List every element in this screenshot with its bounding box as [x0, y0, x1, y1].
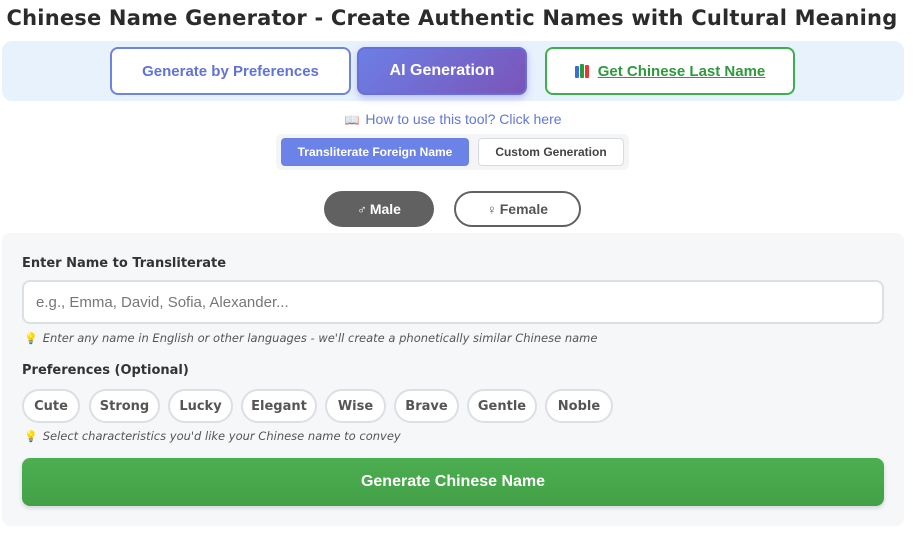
- page-title: Chinese Name Generator - Create Authenti…: [6, 6, 898, 30]
- chip-gentle[interactable]: Gentle: [467, 389, 537, 423]
- chip-strong[interactable]: Strong: [89, 389, 160, 423]
- tab-custom-generation[interactable]: Custom Generation: [478, 138, 624, 166]
- chip-brave[interactable]: Brave: [394, 389, 459, 423]
- chip-cute[interactable]: Cute: [22, 389, 80, 423]
- get-chinese-last-name-button[interactable]: Get Chinese Last Name: [545, 47, 795, 95]
- preferences-label: Preferences (Optional): [22, 363, 189, 378]
- preferences-hint-text: Select characteristics you'd like your C…: [42, 429, 401, 443]
- chip-lucky[interactable]: Lucky: [168, 389, 233, 423]
- lightbulb-icon: 💡: [24, 332, 38, 345]
- mode-selector: Generate by Preferences AI Generation Ge…: [2, 41, 904, 101]
- chip-noble[interactable]: Noble: [545, 389, 613, 423]
- chip-wise[interactable]: Wise: [325, 389, 386, 423]
- get-chinese-last-name-label: Get Chinese Last Name: [597, 62, 766, 80]
- books-icon: [574, 64, 592, 78]
- generate-chinese-name-button[interactable]: Generate Chinese Name: [22, 458, 884, 506]
- chip-elegant[interactable]: Elegant: [241, 389, 317, 423]
- generate-by-preferences-button[interactable]: Generate by Preferences: [110, 47, 351, 95]
- female-button[interactable]: ♀ Female: [454, 191, 581, 227]
- name-hint: 💡 Enter any name in English or other lang…: [24, 331, 597, 345]
- female-label: Female: [499, 201, 548, 217]
- male-button[interactable]: ♂ Male: [324, 191, 434, 227]
- name-field-label: Enter Name to Transliterate: [22, 256, 227, 271]
- how-to-use-label: How to use this tool? Click here: [365, 111, 562, 127]
- open-book-icon: 📖: [344, 113, 360, 127]
- name-hint-text: Enter any name in English or other langu…: [42, 331, 598, 345]
- sub-tab-bar: Transliterate Foreign Name Custom Genera…: [276, 134, 629, 170]
- preferences-hint: 💡 Select characteristics you'd like your …: [24, 429, 401, 443]
- ai-generation-button[interactable]: AI Generation: [357, 47, 527, 95]
- male-label: Male: [369, 201, 401, 217]
- female-icon: ♀: [487, 201, 497, 217]
- tab-transliterate-foreign-name[interactable]: Transliterate Foreign Name: [281, 138, 469, 166]
- name-input[interactable]: [22, 280, 884, 324]
- lightbulb-icon: 💡: [24, 430, 38, 443]
- transliterate-form: Enter Name to Transliterate 💡 Enter any n…: [2, 233, 904, 526]
- male-icon: ♂: [357, 201, 367, 217]
- how-to-use-link[interactable]: 📖 How to use this tool? Click here: [0, 111, 906, 127]
